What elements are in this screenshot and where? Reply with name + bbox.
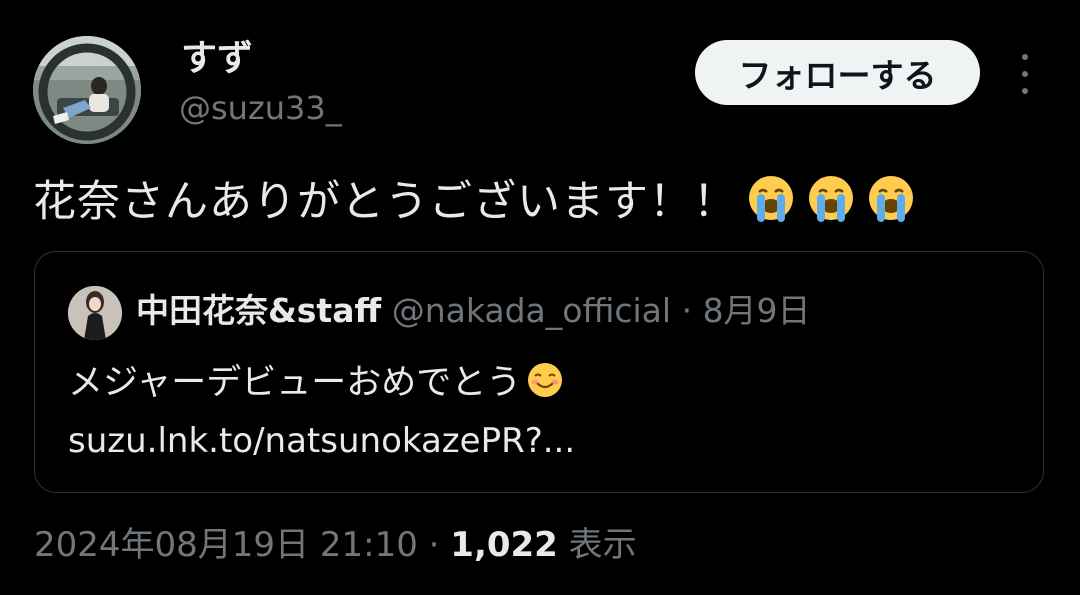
more-dot: [1022, 54, 1028, 60]
author-display-name[interactable]: すず: [181, 35, 253, 83]
loudly-crying-face-icon: [749, 176, 793, 222]
tweet-timestamp[interactable]: 2024年08月19日 21:10: [34, 525, 418, 565]
meta-separator: ·: [428, 525, 440, 565]
quote-date[interactable]: 8月9日: [703, 291, 811, 330]
loudly-crying-face-icon: [809, 176, 853, 222]
views-count: 1,022: [450, 525, 558, 565]
author-handle[interactable]: @suzu33_: [179, 86, 342, 130]
tweet-detail: すず @suzu33_ フォローする 花奈さんありがとうございます！！ 中田花奈…: [0, 0, 1080, 595]
quote-text: メジャーデビューおめでとう: [68, 358, 565, 408]
quote-text-content: メジャーデビューおめでとう: [68, 363, 522, 403]
loudly-crying-face-icon: [869, 176, 913, 222]
quote-author-handle[interactable]: @nakada_official: [392, 291, 671, 330]
smiling-face-icon: [528, 363, 563, 397]
views-label: 表示: [568, 525, 637, 565]
follow-button[interactable]: フォローする: [695, 40, 980, 105]
quote-header: 中田花奈&staff @nakada_official · 8月9日: [136, 288, 811, 334]
quote-separator: ·: [681, 291, 693, 330]
tweet-text-content: 花奈さんありがとうございます！！: [33, 177, 737, 227]
tweet-meta: 2024年08月19日 21:10 · 1,022 表示: [34, 522, 637, 568]
author-avatar[interactable]: [33, 36, 141, 144]
more-dot: [1022, 71, 1028, 77]
quote-author-name[interactable]: 中田花奈&staff: [136, 291, 381, 330]
quoted-tweet-card[interactable]: 中田花奈&staff @nakada_official · 8月9日 メジャーデ…: [34, 251, 1044, 493]
more-vertical-icon[interactable]: [1010, 54, 1040, 94]
quote-author-avatar[interactable]: [68, 286, 122, 340]
tweet-text: 花奈さんありがとうございます！！: [33, 172, 917, 231]
quote-link[interactable]: suzu.lnk.to/natsunokazePR?...: [68, 416, 575, 466]
more-dot: [1022, 88, 1028, 94]
